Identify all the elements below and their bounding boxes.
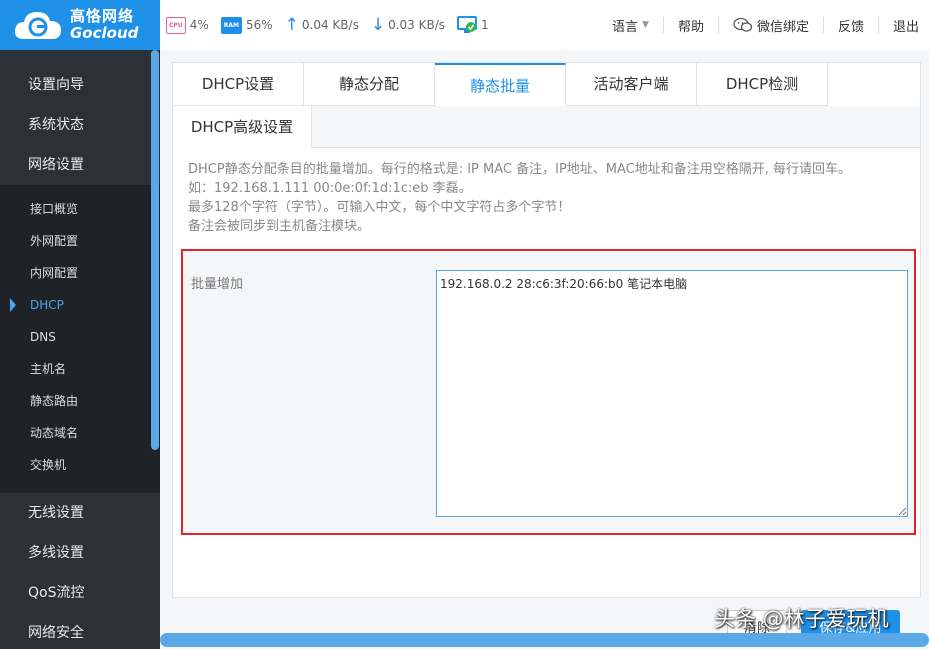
sidebar-item-network-settings[interactable]: 网络设置 (0, 145, 160, 185)
cpu-icon: CPU (166, 16, 186, 34)
monitor-check-icon (457, 16, 478, 33)
batch-add-label: 批量增加 (191, 277, 244, 292)
help-label: 帮助 (677, 19, 704, 35)
tab-bar-second-row: DHCP高级设置 (173, 106, 920, 148)
description-line: DHCP静态分配条目的批量增加。每行的格式是: IP MAC 备注，IP地址、M… (188, 162, 852, 177)
sidebar-submenu: 接口概览 外网配置 内网配置 DHCP DNS 主机名 静态路由 动态域名 交换… (0, 185, 160, 493)
wechat-icon (733, 17, 753, 32)
sidebar-item-dns[interactable]: DNS (0, 321, 160, 353)
dhcp-panel: DHCP设置 静态分配 静态批量 活动客户端 DHCP检测 DHCP高级设置 D… (172, 62, 921, 598)
feedback-label: 反馈 (837, 19, 864, 35)
logo-cn: 高恪网络 (70, 7, 135, 25)
logo[interactable]: 高恪网络 Gocloud (0, 0, 160, 50)
feedback-link[interactable]: 反馈 (824, 17, 879, 35)
sidebar-item-setup-wizard[interactable]: 设置向导 (0, 65, 160, 105)
tab-active-clients[interactable]: 活动客户端 (566, 63, 697, 106)
cloud-logo-icon (14, 12, 61, 39)
logo-text: 高恪网络 Gocloud (70, 8, 138, 42)
wechat-label: 微信绑定 (756, 19, 809, 35)
download-value: 0.03 KB/s (388, 18, 446, 32)
download-arrow-icon: ↓ (370, 14, 386, 35)
sidebar-item-system-status[interactable]: 系统状态 (0, 105, 160, 145)
clients-value: 1 (481, 18, 489, 32)
sidebar-item-hostname[interactable]: 主机名 (0, 353, 160, 385)
sidebar-top-group: 设置向导 系统状态 网络设置 (0, 50, 160, 185)
description: DHCP静态分配条目的批量增加。每行的格式是: IP MAC 备注，IP地址、M… (188, 160, 918, 236)
description-line: 如：192.168.1.111 00:0e:0f:1d:1c:eb 李磊。 (188, 181, 472, 196)
sidebar-item-static-route[interactable]: 静态路由 (0, 385, 160, 417)
description-line: 备注会被同步到主机备注模块。 (188, 219, 371, 234)
download-stat: ↓ 0.03 KB/s (370, 14, 446, 35)
help-link[interactable]: 帮助 (664, 17, 719, 35)
tab-static-batch[interactable]: 静态批量 (435, 63, 566, 106)
batch-add-textarea[interactable] (436, 270, 908, 517)
sidebar-item-interface-overview[interactable]: 接口概览 (0, 193, 160, 225)
ram-value: 56% (245, 18, 273, 32)
upload-arrow-icon: ↑ (284, 14, 299, 35)
sidebar-item-wireless[interactable]: 无线设置 (0, 493, 160, 533)
sidebar-bottom-group: 无线设置 多线设置 QoS流控 网络安全 (0, 493, 160, 649)
active-indicator-icon (10, 298, 16, 312)
chevron-down-icon: ▼ (642, 20, 649, 30)
cpu-stat: CPU 4% (166, 16, 209, 34)
batch-form-highlight: 批量增加 (181, 249, 916, 535)
sidebar-item-switch[interactable]: 交换机 (0, 449, 160, 481)
sidebar-scrollbar[interactable] (151, 50, 159, 450)
sidebar-item-dhcp-label: DHCP (30, 298, 64, 312)
tab-static-assign[interactable]: 静态分配 (304, 63, 435, 106)
top-header: 高恪网络 Gocloud CPU 4% RAM 56% ↑ 0.04 KB/s … (0, 0, 929, 50)
top-menu: 语言 ▼ 帮助 微信绑定 反馈 退出 (598, 0, 929, 50)
upload-value: 0.04 KB/s (301, 18, 359, 32)
language-menu[interactable]: 语言 ▼ (598, 17, 664, 35)
ram-icon: RAM (220, 16, 242, 34)
sidebar-item-multiwan[interactable]: 多线设置 (0, 533, 160, 573)
tab-bar: DHCP设置 静态分配 静态批量 活动客户端 DHCP检测 (173, 63, 828, 106)
horizontal-scrollbar[interactable] (160, 633, 929, 647)
upload-stat: ↑ 0.04 KB/s (284, 14, 359, 35)
sidebar-item-lan-config[interactable]: 内网配置 (0, 257, 160, 289)
tab-dhcp-advanced[interactable]: DHCP高级设置 (173, 106, 312, 148)
status-bar: CPU 4% RAM 56% ↑ 0.04 KB/s ↓ 0.03 KB/s 1 (166, 0, 501, 50)
sidebar-item-ddns[interactable]: 动态域名 (0, 417, 160, 449)
watermark: 头条 @林子爱玩机 (714, 607, 889, 631)
sidebar-item-wan-config[interactable]: 外网配置 (0, 225, 160, 257)
clients-stat[interactable]: 1 (457, 16, 489, 34)
main-content: DHCP设置 静态分配 静态批量 活动客户端 DHCP检测 DHCP高级设置 D… (160, 50, 929, 649)
cpu-value: 4% (189, 18, 209, 32)
language-label: 语言 (612, 19, 639, 35)
tab-dhcp-detect[interactable]: DHCP检测 (697, 63, 828, 106)
sidebar-item-qos[interactable]: QoS流控 (0, 573, 160, 613)
logout-link[interactable]: 退出 (879, 17, 929, 35)
logout-label: 退出 (892, 19, 919, 35)
sidebar-item-dhcp[interactable]: DHCP (0, 289, 160, 321)
logo-en: Gocloud (70, 24, 139, 42)
tab-dhcp-settings[interactable]: DHCP设置 (173, 63, 304, 106)
wechat-bind-link[interactable]: 微信绑定 (719, 17, 824, 35)
ram-stat: RAM 56% (220, 16, 273, 34)
sidebar-item-security[interactable]: 网络安全 (0, 613, 160, 649)
description-line: 最多128个字符（字节）。可输入中文，每个中文字符占多个字节！ (188, 200, 571, 215)
sidebar: 设置向导 系统状态 网络设置 接口概览 外网配置 内网配置 DHCP DNS 主… (0, 50, 160, 649)
